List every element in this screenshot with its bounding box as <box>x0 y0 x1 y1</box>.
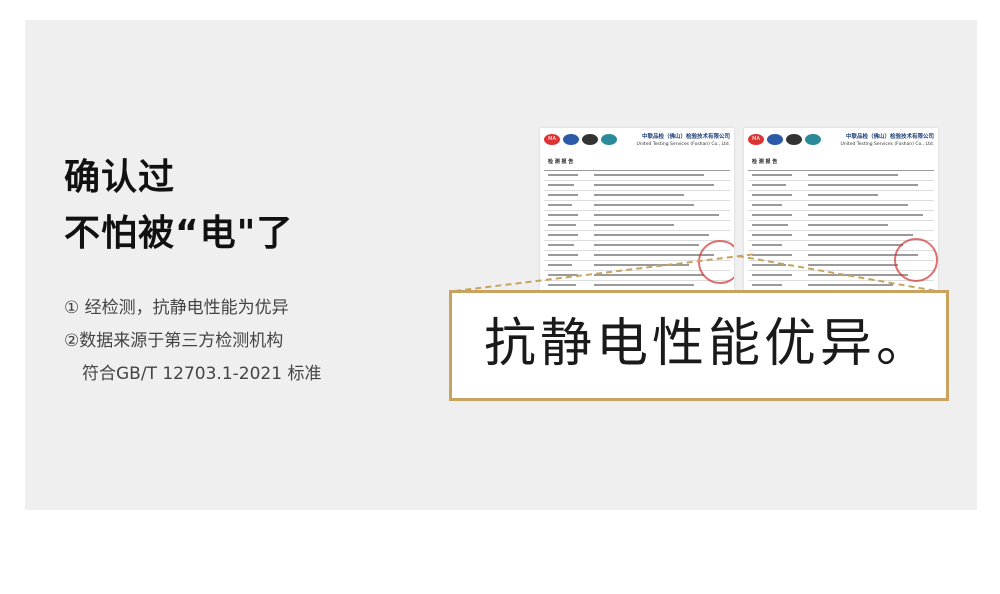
uts-logo-icon <box>805 134 821 145</box>
feature-points: ① 经检测，抗静电性能为优异 ②数据来源于第三方检测机构 符合GB/T 1270… <box>64 292 321 391</box>
test-report-image-2: MA 中联品检（佛山）检验技术有限公司 United Testing Servic… <box>744 128 938 290</box>
certification-logos: MA <box>544 134 617 145</box>
point-2: ②数据来源于第三方检测机构 <box>64 331 284 351</box>
report-header: MA 中联品检（佛山）检验技术有限公司 United Testing Servic… <box>544 132 730 150</box>
test-report-image-1: MA 中联品检（佛山）检验技术有限公司 United Testing Servic… <box>540 128 734 290</box>
ilac-logo-icon <box>767 134 783 145</box>
lab-name: 中联品检（佛山）检验技术有限公司 United Testing Services … <box>636 134 730 147</box>
ilac-logo-icon <box>563 134 579 145</box>
ma-logo-icon: MA <box>544 134 560 145</box>
red-seal-icon <box>894 238 938 282</box>
headline-line-2: 不怕被“电"了 <box>64 213 294 254</box>
certification-logos: MA <box>748 134 821 145</box>
lab-name: 中联品检（佛山）检验技术有限公司 United Testing Services … <box>840 134 934 147</box>
callout-text: 抗静电性能优异。 <box>484 314 933 374</box>
cnas-logo-icon <box>582 134 598 145</box>
headline-line-1: 确认过 <box>64 157 176 198</box>
cnas-logo-icon <box>786 134 802 145</box>
ma-logo-icon: MA <box>748 134 764 145</box>
report-header: MA 中联品检（佛山）检验技术有限公司 United Testing Servic… <box>748 132 934 150</box>
headline: 确认过 不怕被“电"了 <box>64 150 293 262</box>
point-3: 符合GB/T 12703.1-2021 标准 <box>82 364 322 384</box>
uts-logo-icon <box>601 134 617 145</box>
red-seal-icon <box>698 240 734 284</box>
report-title: 检 测 报 告 <box>548 159 574 165</box>
zoom-callout: 抗静电性能优异。 <box>449 290 949 401</box>
point-1: ① 经检测，抗静电性能为优异 <box>64 298 289 318</box>
report-title: 检 测 报 告 <box>752 159 778 165</box>
